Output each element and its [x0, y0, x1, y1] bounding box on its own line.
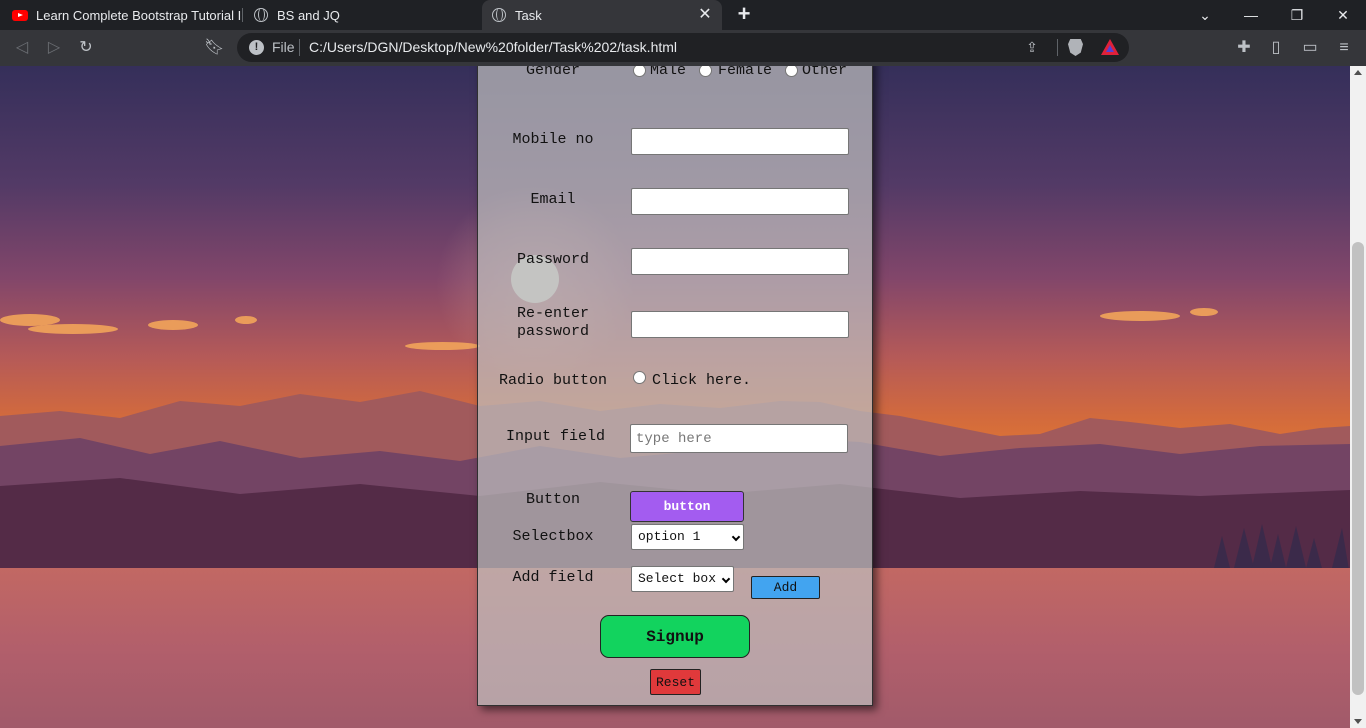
gender-label: Gender [525, 66, 580, 79]
select-value: Select box [638, 571, 717, 586]
add-button[interactable]: Add [751, 576, 820, 599]
cloud [235, 316, 257, 324]
signup-form-card: Gender Male Female Other Mobile no Email… [477, 66, 873, 706]
restore-button[interactable]: ❐ [1274, 0, 1320, 30]
scheme-label: File [272, 39, 295, 55]
email-input[interactable] [631, 188, 849, 215]
sidebar-icon[interactable]: ▯ [1266, 38, 1286, 58]
tab-bootstrap-tutorial[interactable]: Learn Complete Bootstrap Tutorial In [0, 0, 242, 30]
option-select[interactable]: option 1 [631, 524, 744, 550]
cloud [148, 320, 198, 330]
gender-other-radio[interactable] [785, 66, 798, 77]
reenter-label-line2: password [516, 323, 589, 340]
add-field-select[interactable]: Select box [631, 566, 734, 592]
chevron-down-icon [731, 532, 741, 542]
brave-rewards-icon[interactable] [1101, 39, 1119, 55]
globe-icon [492, 8, 506, 22]
reenter-password-input[interactable] [631, 311, 849, 338]
menu-icon[interactable]: ≡ [1334, 38, 1354, 58]
gender-female-radio[interactable] [699, 66, 712, 77]
reenter-label-line1: Re-enter [516, 305, 589, 322]
gender-female-label: Female [718, 66, 773, 79]
tab-title: Learn Complete Bootstrap Tutorial In [36, 7, 242, 23]
page-scrollbar[interactable] [1350, 66, 1366, 728]
select-value: option 1 [638, 529, 701, 544]
extensions-icon[interactable]: ✚ [1234, 38, 1254, 58]
mobile-input[interactable] [631, 128, 849, 155]
divider [1057, 39, 1058, 56]
forward-icon[interactable]: ▷ [44, 38, 64, 58]
tab-strip: Learn Complete Bootstrap Tutorial In BS … [0, 0, 1366, 30]
wallet-icon[interactable]: ▭ [1300, 38, 1320, 58]
scroll-thumb[interactable] [1352, 242, 1364, 695]
password-input[interactable] [631, 248, 849, 275]
add-field-label: Add field [512, 569, 594, 586]
minimize-button[interactable]: — [1228, 0, 1274, 30]
selectbox-label: Selectbox [512, 528, 594, 545]
info-icon[interactable]: ! [249, 40, 264, 55]
password-label: Password [516, 251, 589, 268]
email-label: Email [530, 191, 576, 208]
close-window-button[interactable]: ✕ [1320, 0, 1366, 30]
input-field-label: Input field [505, 428, 606, 445]
close-tab-icon[interactable]: ✕ [696, 6, 714, 24]
tab-task[interactable]: Task ✕ [482, 0, 722, 30]
reset-button[interactable]: Reset [650, 669, 701, 695]
tab-search-chevron-icon[interactable]: ⌄ [1182, 0, 1228, 30]
share-icon[interactable]: ⇪ [1023, 38, 1041, 56]
new-tab-button[interactable]: + [732, 3, 756, 27]
type-here-input[interactable] [630, 424, 848, 453]
gender-male-radio[interactable] [633, 66, 646, 77]
bookmark-icon[interactable]: 🔖︎ [204, 38, 224, 58]
brave-shields-icon[interactable] [1068, 39, 1083, 56]
scroll-down-arrow-icon[interactable] [1354, 719, 1362, 724]
click-here-radio[interactable] [633, 371, 646, 384]
youtube-icon [12, 9, 28, 21]
scroll-up-arrow-icon[interactable] [1354, 70, 1362, 75]
page-viewport: Gender Male Female Other Mobile no Email… [0, 66, 1350, 728]
tab-title: BS and JQ [277, 7, 340, 23]
radio-button-label: Radio button [498, 372, 608, 389]
reload-icon[interactable]: ↻ [76, 38, 96, 58]
divider [299, 39, 300, 56]
signup-button[interactable]: Signup [600, 615, 750, 658]
tab-divider [242, 8, 243, 22]
cloud [28, 324, 118, 334]
purple-button[interactable]: button [630, 491, 744, 522]
button-row-label: Button [525, 491, 580, 508]
gender-other-label: Other [802, 66, 848, 79]
cloud [1100, 311, 1180, 321]
click-here-label: Click here. [652, 372, 752, 389]
globe-icon [254, 8, 268, 22]
address-bar[interactable]: ! File C:/Users/DGN/Desktop/New%20folder… [237, 33, 1129, 62]
tab-bs-and-jq[interactable]: BS and JQ [244, 0, 480, 30]
chevron-down-icon [721, 574, 731, 584]
mobile-label: Mobile no [512, 131, 594, 148]
back-icon[interactable]: ◁ [12, 38, 32, 58]
cloud [1190, 308, 1218, 316]
url-text[interactable]: C:/Users/DGN/Desktop/New%20folder/Task%2… [309, 39, 677, 55]
gender-male-label: Male [650, 66, 687, 79]
tab-title: Task [515, 7, 542, 23]
